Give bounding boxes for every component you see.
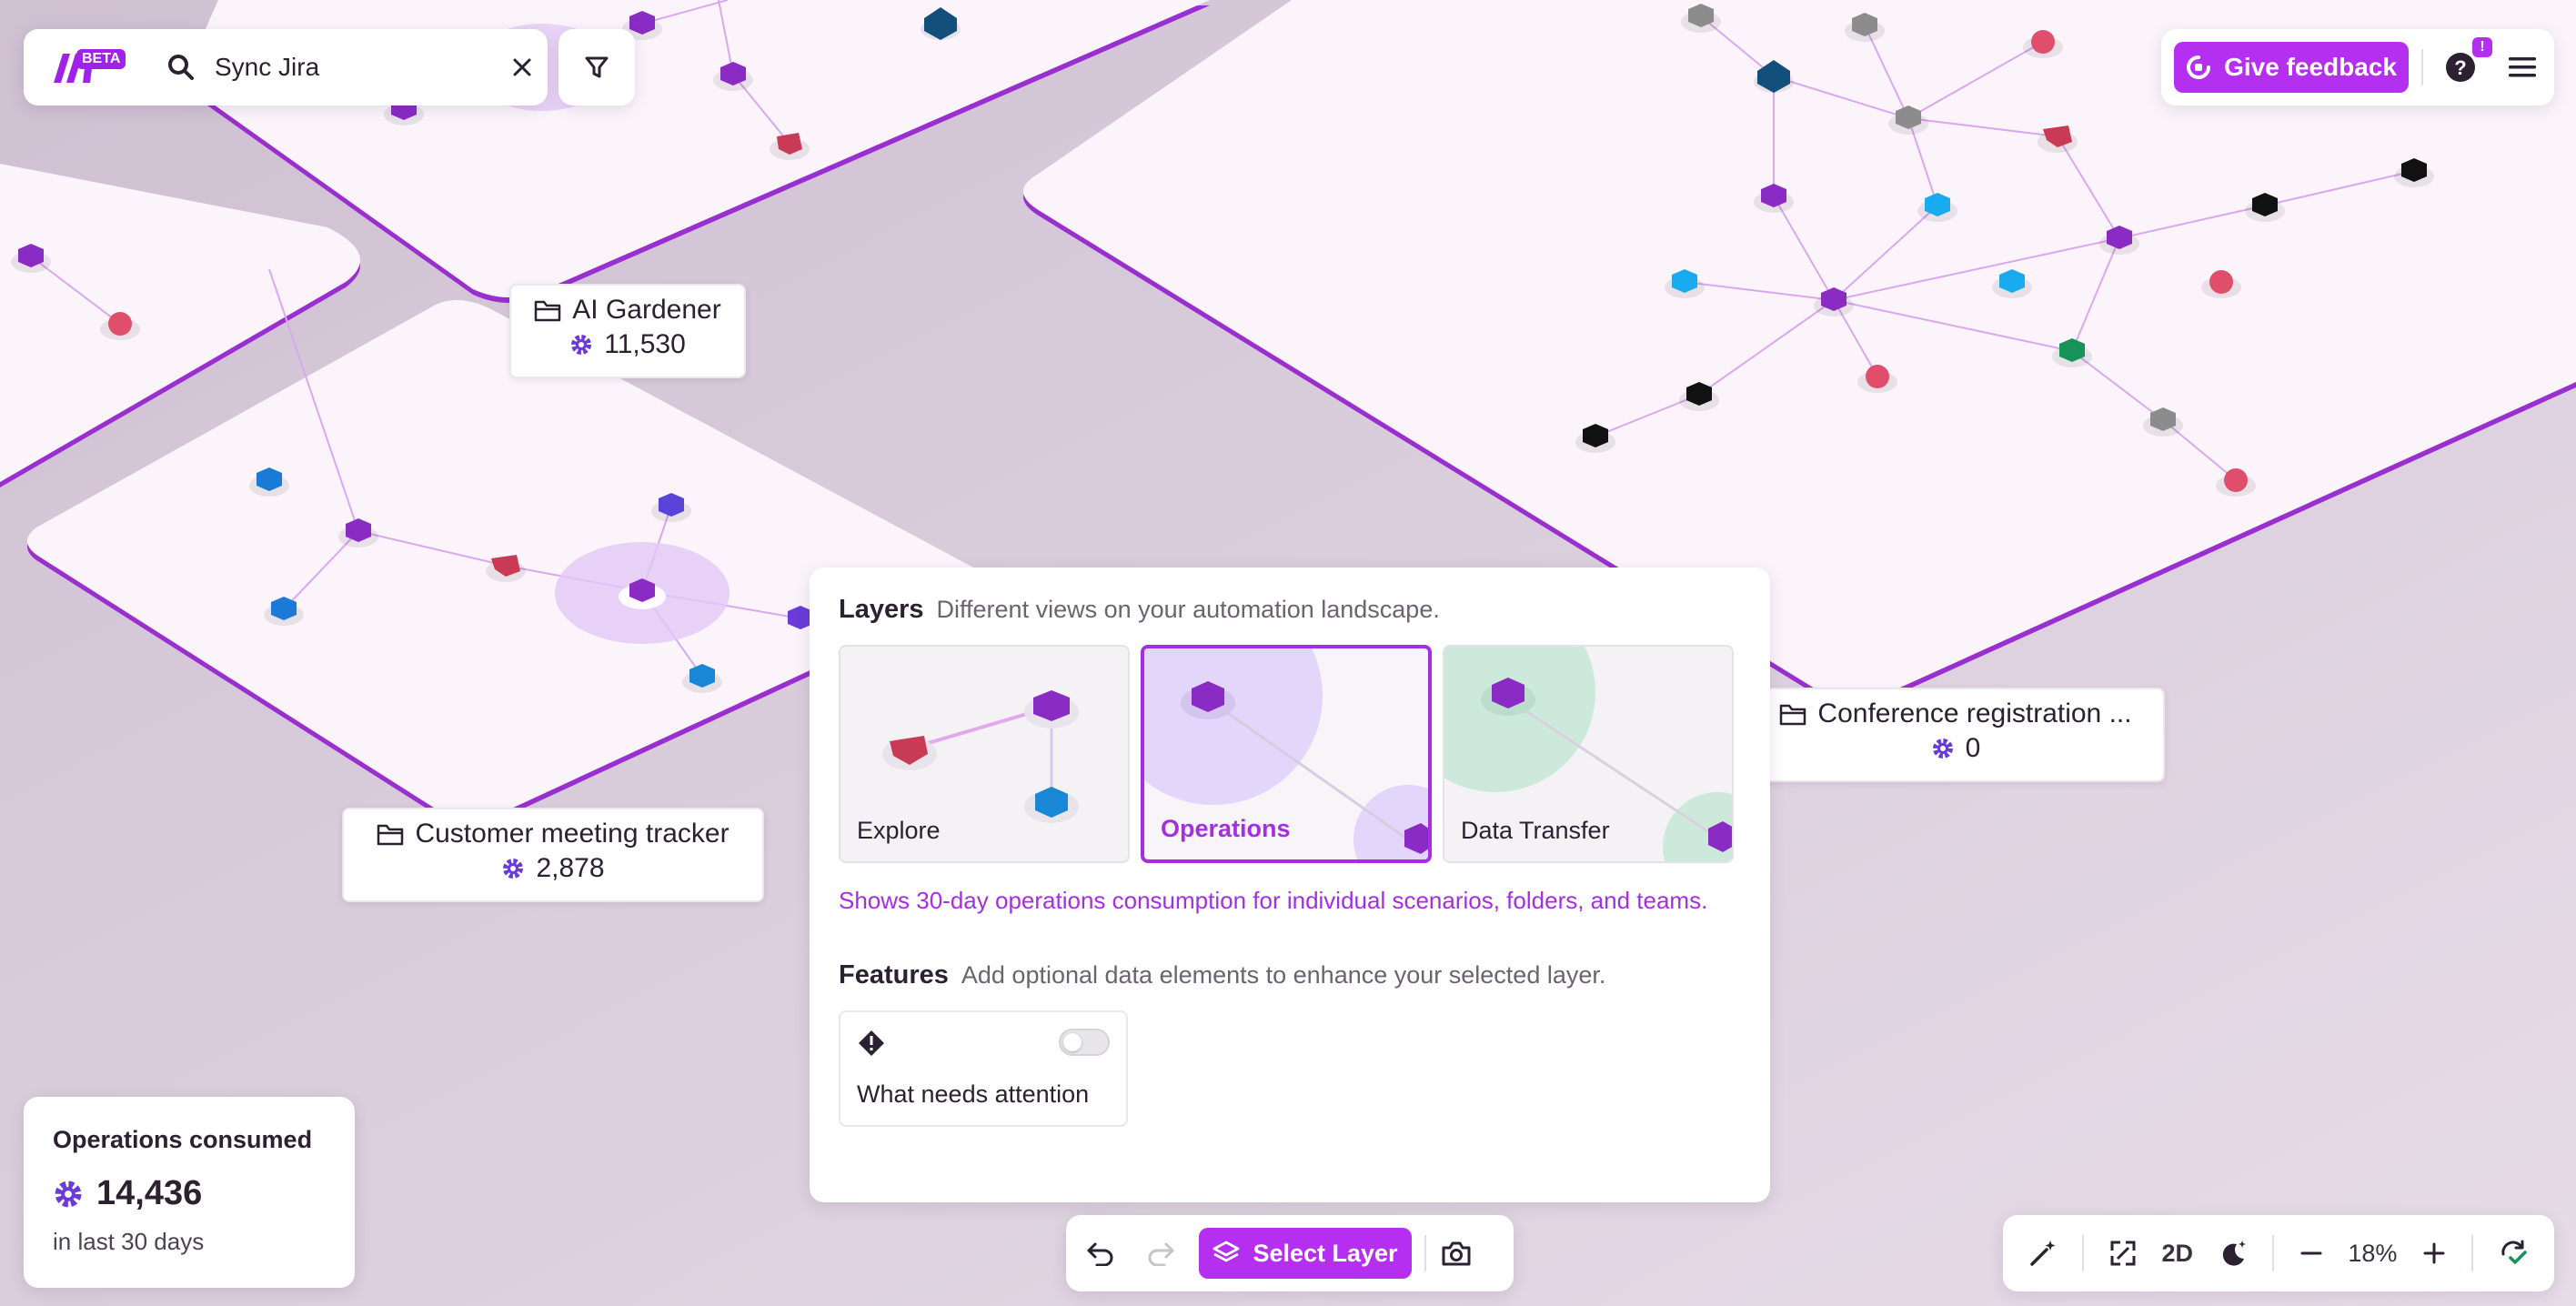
magic-wand-icon[interactable] [2028,1239,2058,1268]
gear-icon [571,335,592,355]
filter-button[interactable] [558,29,635,105]
folder-label-customer-meeting-tracker[interactable]: Customer meeting tracker 2,878 [342,808,764,902]
warning-icon [859,1030,884,1057]
folder-label-ai-gardener[interactable]: AI Gardener 11,530 [509,284,746,378]
feedback-icon [2187,55,2211,79]
operations-consumed-card: Operations consumed 14,436 in last 30 da… [24,1097,355,1288]
features-header: Features Add optional data elements to en… [839,960,1741,990]
layers-title: Layers [839,595,924,624]
layers-subtitle: Different views on your automation lands… [936,596,1440,623]
folder-name: AI Gardener [572,295,721,325]
give-feedback-button[interactable]: Give feedback [2174,42,2409,93]
zoom-out-icon[interactable] [2299,1241,2323,1265]
folder-icon [1780,704,1806,726]
folder-ops-count: 0 [1965,733,1981,763]
divider [2421,49,2423,85]
ops-value-row: 14,436 [53,1174,326,1213]
view-mode-toggle[interactable]: 2D [2162,1240,2194,1268]
ops-value: 14,436 [96,1174,203,1212]
zoom-in-icon[interactable] [2422,1241,2446,1265]
divider [2272,1235,2275,1271]
feature-what-needs-attention[interactable]: What needs attention [839,1010,1128,1128]
help-icon: ? [2446,53,2475,82]
menu-icon[interactable] [2509,55,2536,79]
view-controls: 2D 18% [2003,1215,2554,1291]
help-button[interactable]: ? ! [2445,37,2492,83]
select-layer-label: Select Layer [1253,1239,1398,1267]
layer-label: Explore [857,817,941,844]
close-icon[interactable] [511,56,533,78]
features-subtitle: Add optional data elements to enhance yo… [961,961,1606,990]
folder-name: Conference registration ... [1817,698,2132,728]
beta-badge: BETA [76,49,126,69]
header-actions: Give feedback ? ! [2161,29,2554,105]
layer-option-data-transfer[interactable]: Data Transfer [1443,645,1734,863]
sync-status-icon[interactable] [2498,1238,2529,1269]
gear-icon [55,1180,82,1207]
layers-icon [1213,1241,1240,1262]
features-title: Features [839,960,949,990]
layer-label: Operations [1161,815,1291,842]
layers-panel: Layers Different views on your automation… [810,568,1770,1202]
folder-icon [535,300,561,322]
ops-period: in last 30 days [53,1228,205,1255]
layer-option-explore[interactable]: Explore [839,645,1130,863]
feature-toggle[interactable] [1059,1029,1110,1057]
layer-options: Explore Operations Data Transfer [839,645,1741,863]
feature-label: What needs attention [857,1080,1090,1109]
svg-text:?: ? [2454,56,2466,79]
camera-icon[interactable] [1441,1240,1472,1267]
toggle-knob [1063,1033,1082,1052]
notification-badge: ! [2472,37,2492,57]
dark-mode-icon[interactable] [2219,1239,2248,1268]
give-feedback-label: Give feedback [2224,53,2397,81]
folder-ops-count: 2,878 [536,853,605,883]
redo-icon[interactable] [1146,1241,1175,1266]
divider [2082,1235,2085,1271]
folder-ops-count: 11,530 [604,329,686,359]
filter-icon [585,56,609,78]
gear-icon [503,859,524,879]
undo-icon[interactable] [1086,1241,1115,1266]
search-input[interactable]: Sync Jira [215,53,506,82]
gear-icon [1932,738,1953,758]
folder-icon [377,824,404,846]
search-icon [168,55,194,80]
zoom-level: 18% [2348,1239,2398,1267]
ops-title: Operations consumed [53,1126,313,1153]
layer-description: Shows 30-day operations consumption for … [839,887,1708,914]
layer-option-operations[interactable]: Operations [1141,645,1432,863]
layer-label: Data Transfer [1461,817,1610,844]
layers-header: Layers Different views on your automation… [839,595,1741,625]
search-bar: BETA Sync Jira [24,29,548,105]
divider [1424,1235,1426,1271]
bottom-toolbar: Select Layer [1066,1215,1514,1291]
divider [2470,1235,2473,1271]
select-layer-button[interactable]: Select Layer [1199,1228,1412,1279]
fit-screen-icon[interactable] [2109,1240,2137,1267]
folder-label-conference-registration[interactable]: Conference registration ... 0 [1746,688,2165,782]
folder-name: Customer meeting tracker [415,819,730,849]
app-logo[interactable]: BETA [24,29,126,105]
